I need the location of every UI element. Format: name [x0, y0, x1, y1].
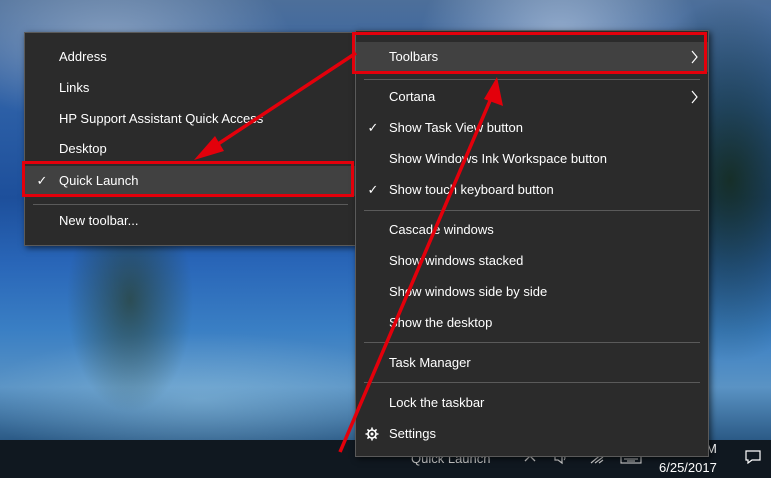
annotation-arrows: [194, 51, 503, 453]
annotation-arrow-to-toolbars: [338, 77, 503, 453]
annotation-arrow-to-quick-launch: [194, 51, 357, 160]
